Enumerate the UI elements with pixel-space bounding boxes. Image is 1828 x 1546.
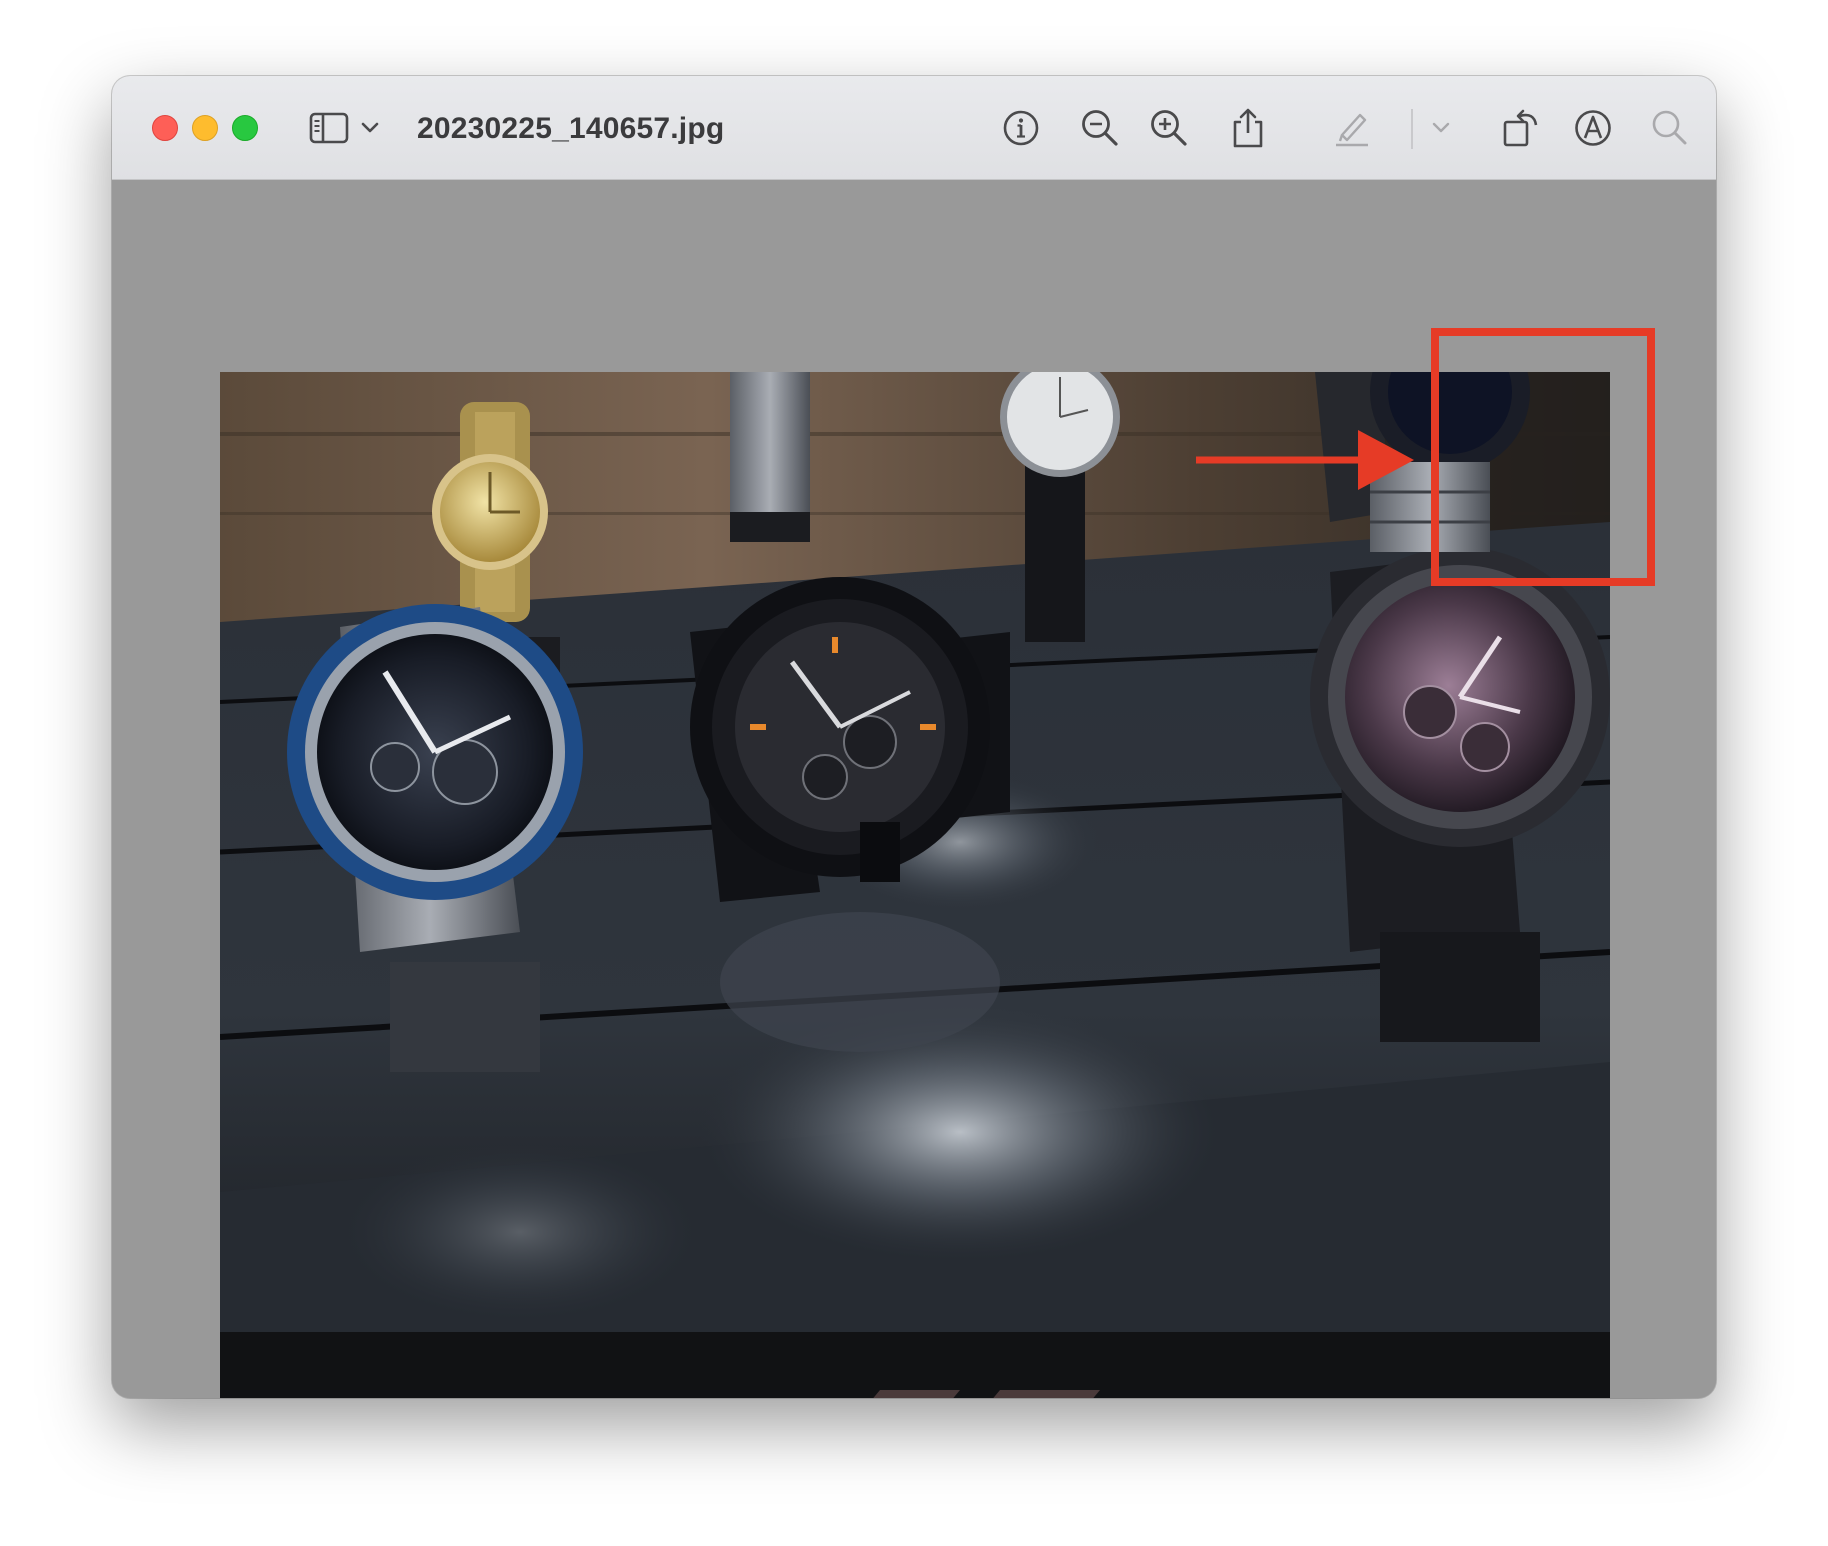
highlighter-icon[interactable] (1330, 106, 1374, 150)
minimize-button[interactable] (192, 115, 218, 141)
watch-display-photo (220, 372, 1610, 1398)
document-title: 20230225_140657.jpg (417, 112, 725, 145)
share-icon[interactable] (1226, 106, 1270, 150)
zoom-button[interactable] (232, 115, 258, 141)
info-icon[interactable] (999, 106, 1043, 150)
close-button[interactable] (152, 115, 178, 141)
markup-icon[interactable] (1571, 106, 1615, 150)
zoom-out-icon[interactable] (1078, 106, 1122, 150)
preview-window: 20230225_140657.jpg (112, 76, 1716, 1398)
image-canvas (112, 180, 1716, 1398)
title-bar: 20230225_140657.jpg (112, 76, 1716, 180)
search-icon[interactable] (1648, 106, 1692, 150)
rotate-icon[interactable] (1500, 106, 1544, 150)
highlight-menu-chevron-down-icon[interactable] (1426, 106, 1456, 150)
zoom-in-icon[interactable] (1147, 106, 1191, 150)
sidebar-toggle-icon[interactable] (307, 106, 351, 150)
toolbar-separator (1411, 109, 1413, 149)
sidebar-menu-chevron-down-icon[interactable] (356, 106, 384, 150)
